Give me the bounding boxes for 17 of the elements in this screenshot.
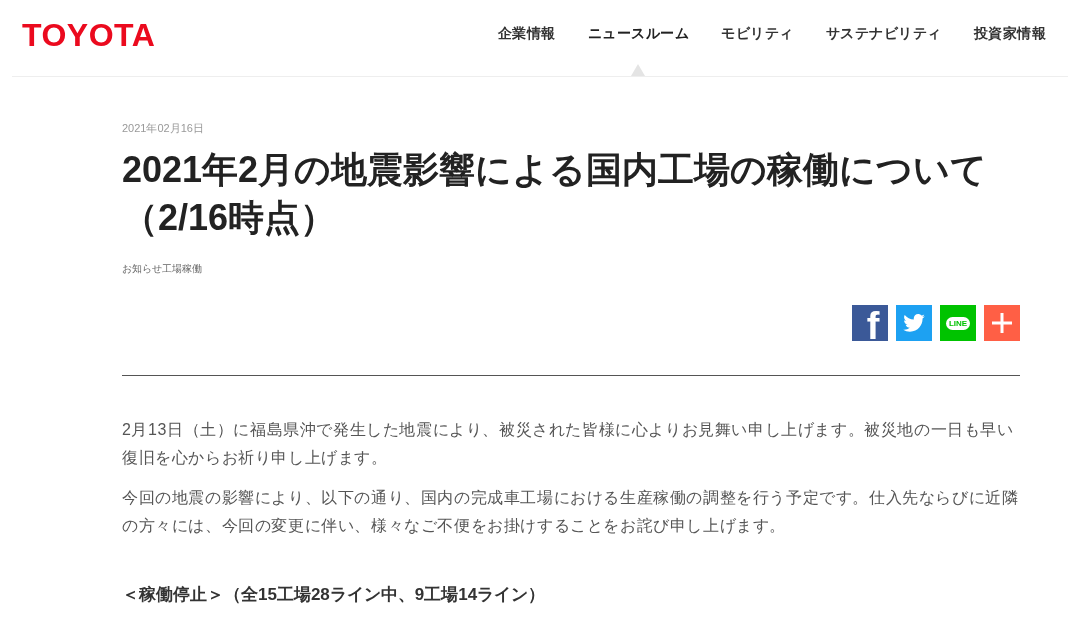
article-title: 2021年2月の地震影響による国内工場の稼働について（2/16時点） (122, 148, 989, 240)
publish-date: 2021年02月16日 (122, 121, 205, 136)
plus-icon (992, 313, 1012, 333)
category-tag-link[interactable]: お知らせ工場稼働 (122, 262, 202, 276)
body-paragraph: 今回の地震の影響により、以下の通り、国内の完成車工場における生産稼働の調整を行う予定です。仕入先ならびに近隣の方々には、今回の変更に伴い、様々なご不便をお掛けすることをお詫び申し上げます。 (122, 488, 1020, 536)
nav-link[interactable]: モビリティ (721, 0, 794, 76)
nav-link[interactable]: 企業情報 (497, 0, 556, 76)
nav-link[interactable]: 投資家情報 (973, 0, 1046, 76)
facebook-share-button[interactable]: f (852, 305, 888, 341)
section-heading: ＜稼働停止＞（全15工場28ライン中、9工場14ライン） (122, 584, 547, 606)
nav-link[interactable]: サステナビリティ (825, 0, 942, 76)
more-share-button[interactable] (984, 305, 1020, 341)
brand-logo[interactable]: TOYOTA (22, 19, 156, 51)
body-paragraph: 2月13日（土）に福島県沖で発生した地震により、被災された皆様に心よりお見舞い申し上げます。被災地の一日も早い復旧を心からお祈り申し上げます。 (122, 420, 1015, 468)
twitter-share-button[interactable] (896, 305, 932, 341)
bird-icon (903, 314, 925, 332)
nav-link[interactable]: ニュースルーム (587, 0, 689, 76)
